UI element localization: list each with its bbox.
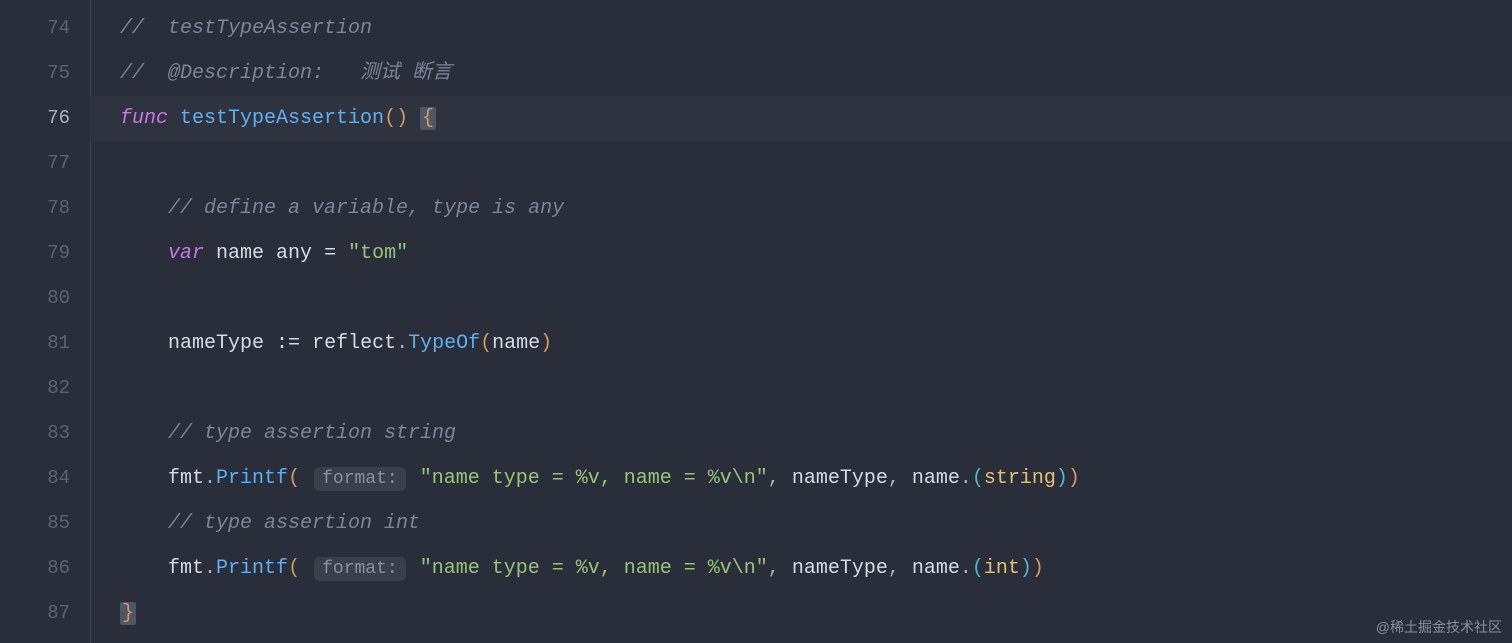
code-token: . [204,557,216,580]
code-token: func [120,107,180,130]
code-area[interactable]: // testTypeAssertion // @Description: 测试 … [90,0,1512,643]
code-token: nameType [792,467,888,490]
code-token: . [396,332,408,355]
line-number: 75 [0,51,90,96]
code-line[interactable]: // testTypeAssertion [90,6,1512,51]
code-token: TypeOf [408,332,480,355]
line-number: 76 [0,96,90,141]
code-editor[interactable]: 7475767778798081828384858687 // testType… [0,0,1512,643]
line-number-gutter: 7475767778798081828384858687 [0,0,90,643]
code-line[interactable]: nameType := reflect.TypeOf(name) [90,321,1512,366]
code-token: "tom" [348,242,408,265]
code-token: // type assertion int [168,512,420,535]
code-line[interactable] [90,366,1512,411]
parameter-hint: format: [314,467,406,491]
code-line[interactable]: fmt.Printf( format: "name type = %v, nam… [90,546,1512,591]
code-token: ( [972,557,984,580]
code-line[interactable]: func testTypeAssertion() { [90,96,1512,141]
code-token: fmt [168,467,204,490]
code-token: // type assertion string [168,422,456,445]
code-token: "name type = %v, name = %v\n" [420,467,768,490]
line-number: 82 [0,366,90,411]
code-line[interactable]: // define a variable, type is any [90,186,1512,231]
code-token: , [888,557,912,580]
code-token: Printf [216,467,288,490]
code-token: name [912,557,960,580]
code-token: ( [288,467,300,490]
code-token: . [960,467,972,490]
code-token [300,467,312,490]
code-token: , [768,467,792,490]
code-token: // @Description: 测试 断言 [120,62,452,85]
code-token: () [384,107,408,130]
code-token: name [492,332,540,355]
code-token: ) [1032,557,1044,580]
code-token: ( [288,557,300,580]
parameter-hint: format: [314,557,406,581]
code-line[interactable]: fmt.Printf( format: "name type = %v, nam… [90,456,1512,501]
line-number: 84 [0,456,90,501]
code-token: := [276,332,312,355]
code-token: . [960,557,972,580]
line-number: 74 [0,6,90,51]
code-token [408,557,420,580]
code-line[interactable] [90,141,1512,186]
code-line[interactable]: // @Description: 测试 断言 [90,51,1512,96]
code-line[interactable] [90,276,1512,321]
code-token: name [912,467,960,490]
code-token: ) [1056,467,1068,490]
code-token: ) [1068,467,1080,490]
line-number: 86 [0,546,90,591]
code-token: , [768,557,792,580]
code-token [408,467,420,490]
line-number: 87 [0,591,90,636]
code-token: ) [1020,557,1032,580]
code-line[interactable]: // type assertion string [90,411,1512,456]
code-token: ( [480,332,492,355]
code-token: Printf [216,557,288,580]
code-token: fmt [168,557,204,580]
line-number: 77 [0,141,90,186]
code-token [300,557,312,580]
line-number: 81 [0,321,90,366]
code-token: nameType [168,332,276,355]
code-token: name [216,242,276,265]
code-token: "name type = %v, name = %v\n" [420,557,768,580]
code-token: nameType [792,557,888,580]
code-token: any [276,242,324,265]
code-token: // define a variable, type is any [168,197,564,220]
watermark: @稀土掘金技术社区 [1376,617,1502,637]
line-number: 78 [0,186,90,231]
code-token: . [204,467,216,490]
line-number: 79 [0,231,90,276]
line-number: 85 [0,501,90,546]
code-token: ) [540,332,552,355]
line-number: 83 [0,411,90,456]
code-token: reflect [312,332,396,355]
code-line[interactable]: } [90,591,1512,636]
code-token: int [984,557,1020,580]
code-token: ( [972,467,984,490]
code-token: // testTypeAssertion [120,17,372,40]
code-token [408,107,420,130]
code-token: = [324,242,348,265]
code-token: , [888,467,912,490]
line-number: 80 [0,276,90,321]
code-token: testTypeAssertion [180,107,384,130]
code-line[interactable]: var name any = "tom" [90,231,1512,276]
code-token: { [420,107,436,130]
code-token: var [168,242,216,265]
code-line[interactable]: // type assertion int [90,501,1512,546]
code-token: string [984,467,1056,490]
code-token: } [120,602,136,625]
